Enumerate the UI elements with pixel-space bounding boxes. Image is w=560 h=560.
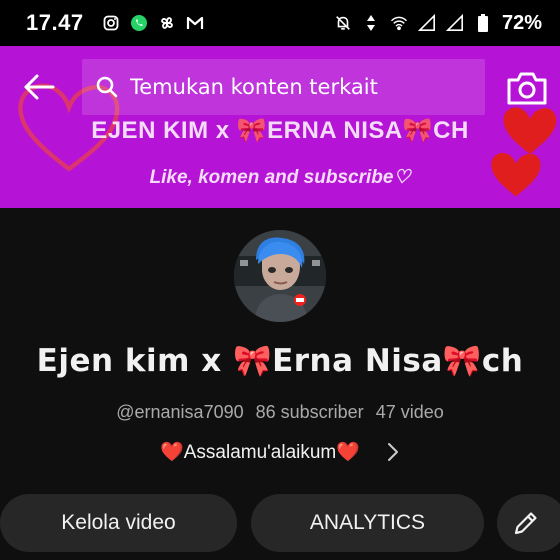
search-bar[interactable] [82, 59, 485, 115]
channel-avatar[interactable] [234, 230, 326, 322]
pinwheel-icon [158, 14, 176, 32]
back-button[interactable] [20, 68, 58, 106]
subscriber-count: 86 subscriber [255, 402, 364, 422]
system-icons: 72% [334, 12, 542, 35]
channel-banner: EJEN KIM x 🎀ERNA NISA🎀CH Like, komen and… [0, 46, 560, 208]
signal-icon [417, 13, 436, 32]
mute-icon [334, 14, 352, 32]
status-bar: 17.47 72% [0, 0, 560, 46]
chevron-right-icon [387, 443, 398, 461]
camera-icon [507, 72, 547, 105]
camera-button[interactable] [506, 70, 548, 108]
manage-videos-button[interactable]: Kelola video [0, 494, 237, 552]
channel-description-text: ❤️Assalamu'alaikum❤️ [160, 442, 360, 463]
avatar-image [234, 230, 326, 322]
pencil-icon [514, 512, 537, 535]
wifi-icon [390, 14, 408, 32]
search-icon [96, 76, 118, 98]
signal-icon [445, 13, 464, 32]
channel-meta: @ernanisa7090 86 subscriber 47 video [0, 402, 560, 423]
banner-title: EJEN KIM x 🎀ERNA NISA🎀CH [91, 117, 469, 144]
video-count: 47 video [375, 402, 444, 422]
edit-channel-button[interactable] [497, 494, 560, 552]
whatsapp-icon [130, 14, 148, 32]
channel-name: Ejen kim x 🎀Erna Nisa🎀ch [36, 343, 524, 379]
battery-percent: 72% [501, 11, 542, 34]
back-arrow-icon [24, 74, 55, 100]
status-time: 17.47 [26, 10, 84, 35]
gmail-icon [186, 14, 204, 32]
channel-handle: @ernanisa7090 [116, 402, 244, 422]
data-arrows-icon [362, 14, 380, 32]
notification-icons [102, 14, 204, 32]
instagram-icon [102, 14, 120, 32]
battery-icon [474, 14, 492, 32]
channel-description[interactable]: ❤️Assalamu'alaikum❤️ [0, 440, 560, 464]
analytics-button[interactable]: ANALYTICS [251, 494, 484, 552]
banner-subtitle: Like, komen and subscribe♡ [149, 167, 411, 188]
search-input[interactable] [130, 75, 470, 99]
